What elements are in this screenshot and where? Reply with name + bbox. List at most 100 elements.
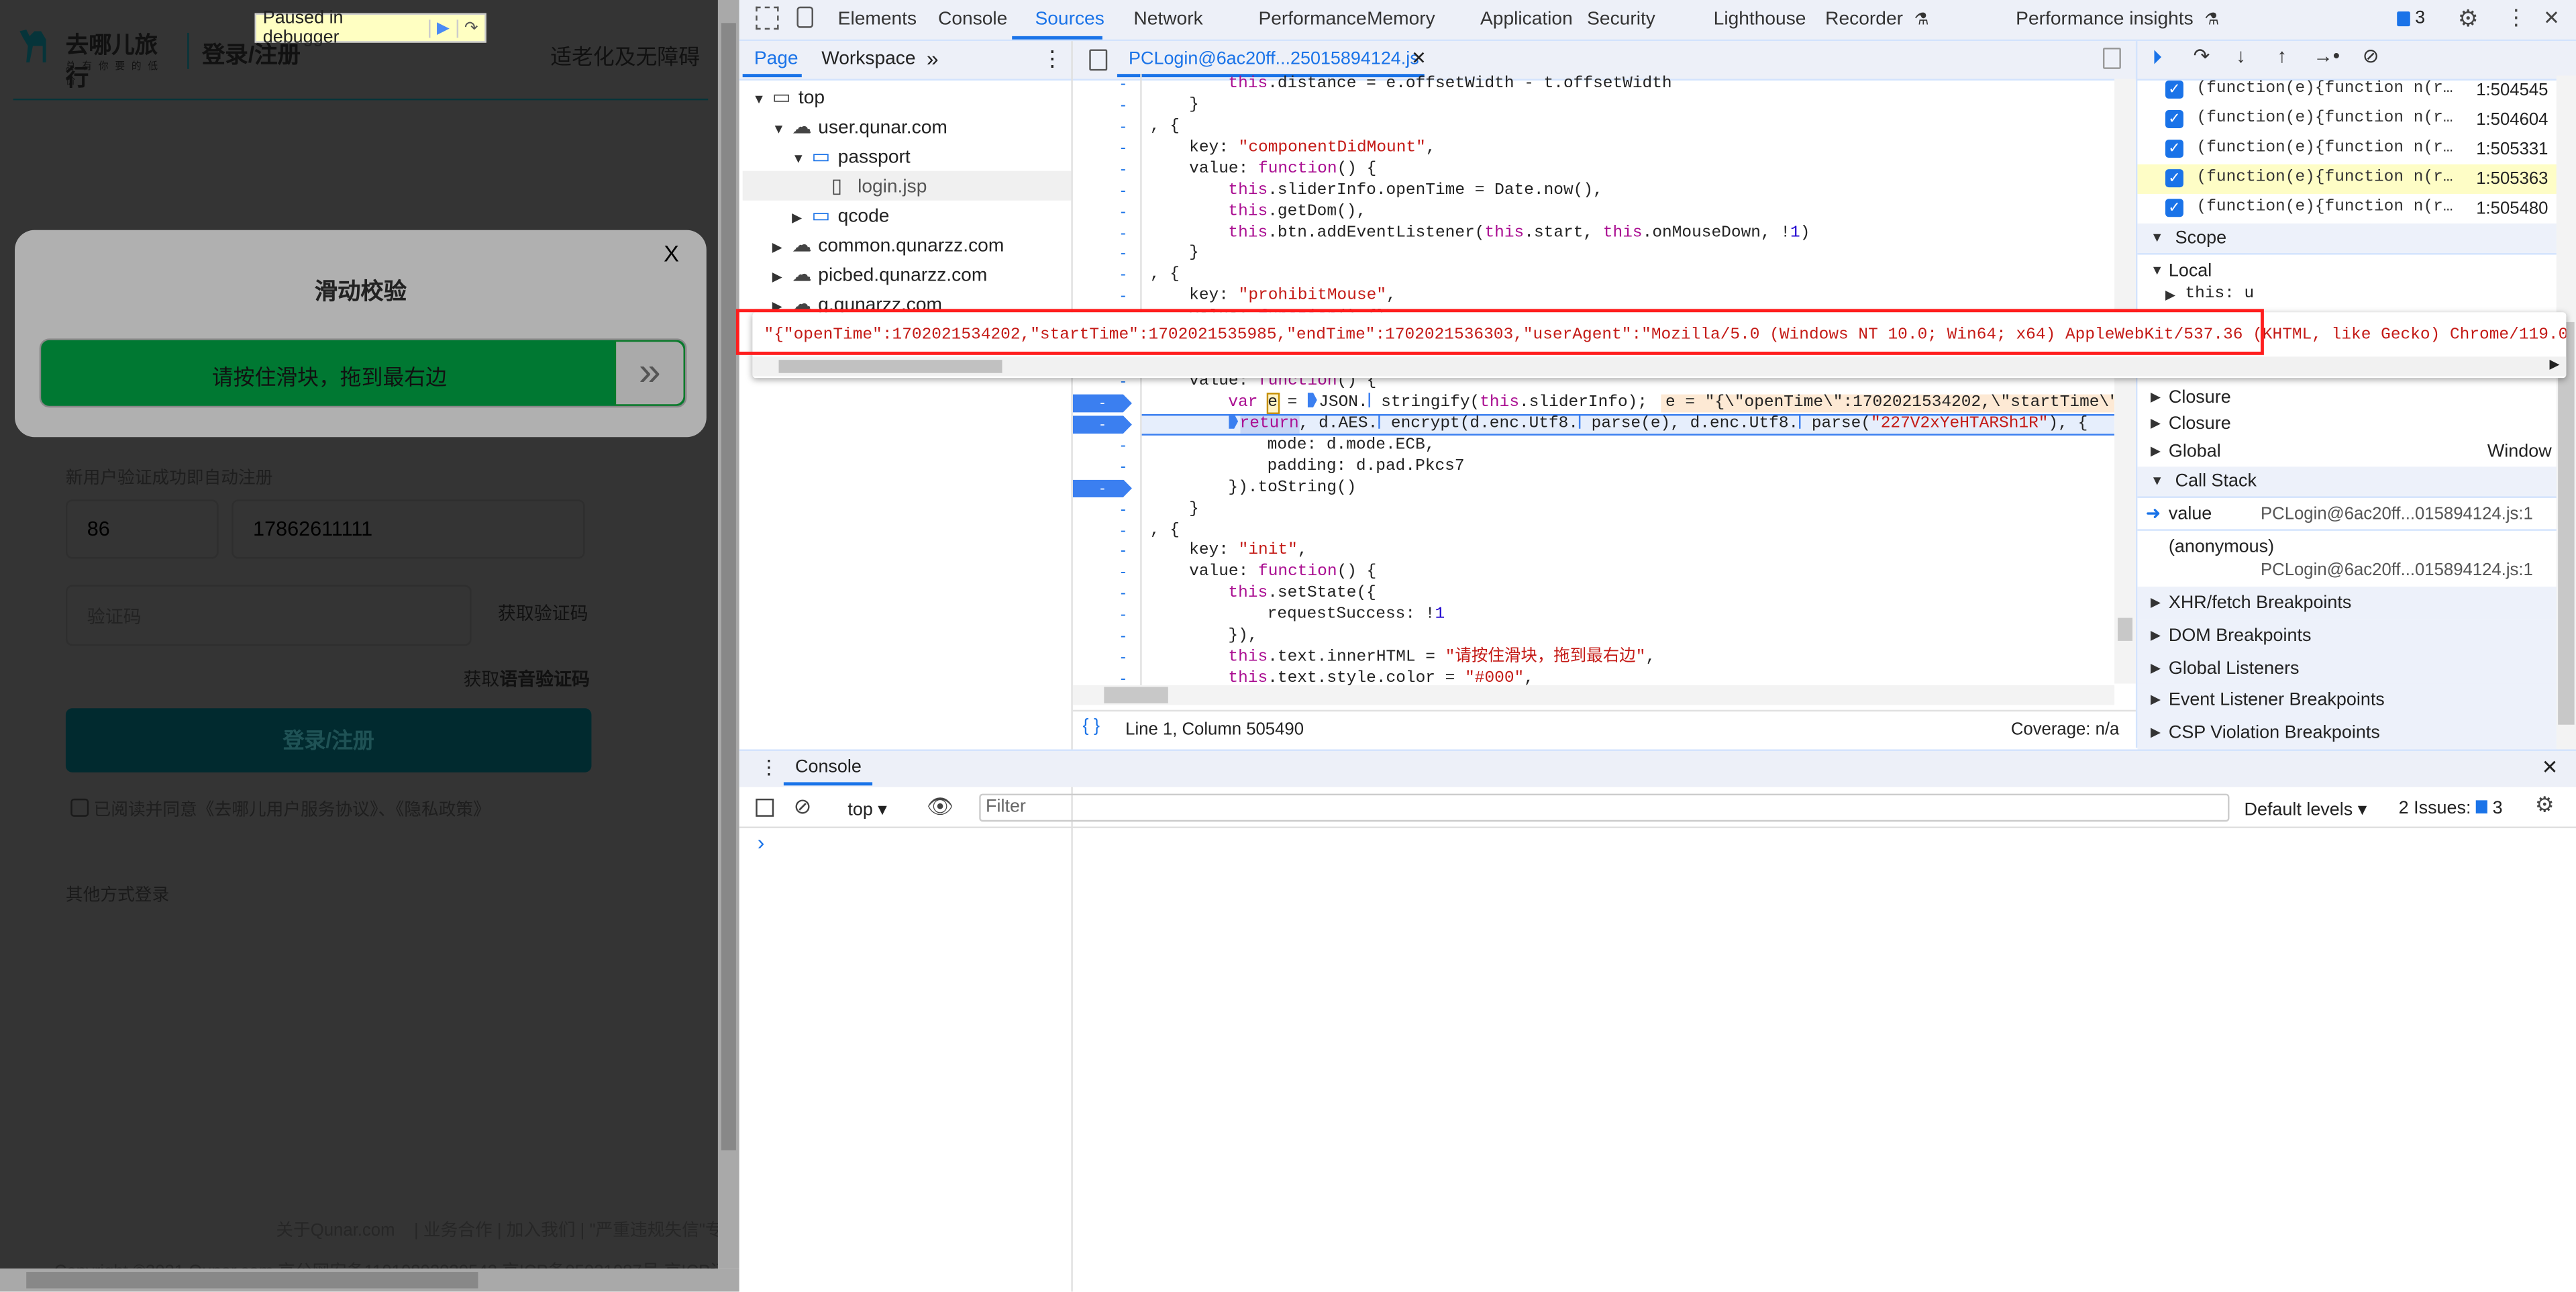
qunar-logo[interactable]: 去哪儿旅行 总有你要的低价	[16, 23, 174, 91]
gutter-dash[interactable]: -	[1121, 180, 1134, 201]
deactivate-breakpoints-icon[interactable]: ⊘	[2363, 44, 2379, 67]
breakpoint-marker[interactable]: -	[1072, 394, 1132, 413]
step-over-icon[interactable]: ↷	[2194, 44, 2210, 67]
tab-recorder[interactable]: Recorder ⚗	[1825, 0, 1928, 40]
drawer-menu-icon[interactable]: ⋮	[759, 756, 778, 779]
debugger-sidebar-scrollbar[interactable]	[2556, 75, 2576, 750]
gutter-dash[interactable]: -	[1121, 520, 1134, 542]
gutter-dash[interactable]: -	[1121, 456, 1134, 478]
gutter-dash[interactable]: -	[1121, 201, 1134, 223]
file-tab[interactable]: PCLogin@6ac20ff...25015894124.js	[1129, 49, 1419, 68]
breakpoint-marker[interactable]: -	[1072, 415, 1132, 434]
collapsed-triangle-icon[interactable]: ▶	[2151, 684, 2170, 717]
expanded-triangle-icon[interactable]: ▼	[752, 85, 772, 115]
gutter-dash[interactable]: -	[1121, 287, 1134, 308]
collapsed-triangle-icon[interactable]: ▶	[2151, 409, 2170, 439]
agreement-text[interactable]: 已阅读并同意《去哪儿用户服务协议》、《隐私政策》	[94, 800, 491, 819]
gutter-dash[interactable]: -	[1121, 95, 1134, 117]
inline-breakpoint-slot-icon[interactable]	[1378, 413, 1389, 429]
context-select[interactable]: top ▾	[847, 799, 886, 819]
resume-icon[interactable]: ▶	[428, 19, 456, 38]
sidebar-section[interactable]: ▶ DOM Breakpoints	[2137, 619, 2559, 652]
tree-item[interactable]: ▶ ☁ picbed.qunarzz.com	[743, 260, 1072, 289]
breakpoint-item[interactable]: ✓ (function(e){function n(r… 1:504545	[2137, 76, 2558, 105]
console-filter-input[interactable]: Filter	[979, 793, 2230, 822]
tab-page[interactable]: Page	[754, 49, 798, 68]
scope-global[interactable]: ▶ Global Window	[2137, 437, 2558, 466]
gutter-dash[interactable]: -	[1121, 626, 1134, 648]
expanded-triangle-icon[interactable]: ▼	[772, 115, 792, 144]
close-icon[interactable]: X	[664, 240, 679, 266]
issues-badge-icon[interactable]	[2397, 11, 2410, 27]
live-expression-eye-icon[interactable]: 👁	[927, 794, 954, 820]
tab-sources[interactable]: Sources	[1035, 0, 1104, 40]
device-toolbar-icon[interactable]	[796, 6, 813, 28]
collapsed-triangle-icon[interactable]: ▶	[2151, 437, 2170, 466]
inline-breakpoint-slot-icon[interactable]	[1798, 413, 1810, 429]
slider-knob[interactable]: »	[614, 340, 685, 406]
inline-breakpoint-slot-icon[interactable]	[1368, 393, 1380, 408]
inspect-element-icon[interactable]	[756, 6, 779, 30]
slider-track[interactable]: 请按住滑块，拖到最右边 »	[39, 338, 687, 408]
accessibility-link[interactable]: 适老化及无障碍	[550, 40, 700, 71]
gutter-dash[interactable]: -	[1121, 435, 1134, 456]
tab-lighthouse[interactable]: Lighthouse	[1714, 0, 1806, 40]
collapsed-triangle-icon[interactable]: ▶	[772, 263, 792, 293]
settings-gear-icon[interactable]: ⚙	[2458, 5, 2479, 33]
get-code-link[interactable]: 获取验证码	[498, 600, 588, 626]
checkbox-checked-icon[interactable]: ✓	[2165, 80, 2183, 99]
call-frame[interactable]: (anonymous) PCLogin@6ac20ff...015894124.j…	[2137, 532, 2558, 585]
gutter-dash[interactable]: -	[1121, 265, 1134, 287]
gutter-dash[interactable]: -	[1121, 605, 1134, 627]
tab-application[interactable]: Application	[1480, 0, 1573, 40]
code-editor[interactable]: - this.distance = e.offsetWidth - t.offse…	[1072, 74, 2115, 685]
gutter-dash[interactable]: -	[1121, 138, 1134, 159]
scope-header[interactable]: ▼ Scope	[2137, 223, 2559, 255]
tab-performance[interactable]: Performance	[1258, 0, 1366, 40]
tree-item[interactable]: ▶ ▭ qcode	[743, 201, 1072, 230]
breakpoint-item[interactable]: ✓ (function(e){function n(r… 1:504604	[2137, 105, 2558, 135]
step-over-icon[interactable]: ↷	[456, 19, 485, 38]
editor-vertical-scrollbar[interactable]	[2114, 79, 2136, 684]
gutter-dash[interactable]: -	[1121, 244, 1134, 265]
page-horizontal-scroll-thumb[interactable]	[26, 1272, 478, 1289]
tree-item[interactable]: ▼ ▭ top	[743, 82, 1072, 111]
toggle-debugger-sidebar-icon[interactable]	[2102, 48, 2121, 69]
gutter-dash[interactable]: -	[1121, 116, 1134, 138]
step-icon[interactable]: →•	[2313, 44, 2340, 67]
gutter-dash[interactable]: -	[1121, 648, 1134, 669]
step-out-icon[interactable]: ↑	[2277, 44, 2287, 67]
navigator-menu-icon[interactable]: ⋮	[1041, 46, 1063, 72]
scope-closure[interactable]: ▶ Closure	[2137, 383, 2558, 412]
collapsed-triangle-icon[interactable]: ▶	[2165, 281, 2185, 311]
checkbox-checked-icon[interactable]: ✓	[2165, 199, 2183, 217]
collapsed-triangle-icon[interactable]: ▶	[2151, 652, 2170, 685]
breakpoint-marker[interactable]: -	[1072, 479, 1132, 498]
collapsed-triangle-icon[interactable]: ▶	[772, 234, 792, 263]
tree-item[interactable]: ▼ ▭ passport	[743, 142, 1072, 171]
scope-closure[interactable]: ▶ Closure	[2137, 409, 2558, 439]
agreement-checkbox[interactable]	[70, 798, 89, 817]
editor-horizontal-scrollbar[interactable]	[1072, 685, 2115, 705]
tab-elements[interactable]: Elements	[838, 0, 917, 40]
collapsed-triangle-icon[interactable]: ▶	[2151, 587, 2170, 619]
collapsed-triangle-icon[interactable]: ▶	[2151, 383, 2170, 412]
scope-this[interactable]: ▶ this: u	[2137, 281, 2558, 311]
voice-code-link[interactable]: 获取语音验证码	[463, 666, 590, 692]
breakpoint-item[interactable]: ✓ (function(e){function n(r… 1:505331	[2137, 135, 2558, 164]
page-vertical-scroll-thumb[interactable]	[721, 23, 736, 1150]
sidebar-section[interactable]: ▶ Event Listener Breakpoints	[2137, 684, 2559, 717]
sidebar-section[interactable]: ▶ XHR/fetch Breakpoints	[2137, 587, 2559, 620]
checkbox-checked-icon[interactable]: ✓	[2165, 169, 2183, 188]
close-file-tab-icon[interactable]: ✕	[1411, 48, 1427, 68]
expanded-triangle-icon[interactable]: ▼	[2151, 223, 2170, 253]
tab-network[interactable]: Network	[1133, 0, 1202, 40]
gutter-dash[interactable]: -	[1121, 74, 1134, 95]
tab-memory[interactable]: Memory	[1367, 0, 1435, 40]
gutter-dash[interactable]: -	[1121, 542, 1134, 563]
phone-input[interactable]: 17862611111	[231, 499, 585, 559]
gutter-dash[interactable]: -	[1121, 562, 1134, 584]
tab-performance-insights[interactable]: Performance insights ⚗	[2016, 0, 2219, 40]
tree-item[interactable]: ▶ ☁ common.qunarzz.com	[743, 230, 1072, 260]
breakpoint-item[interactable]: ✓ (function(e){function n(r… 1:505363	[2137, 164, 2559, 194]
